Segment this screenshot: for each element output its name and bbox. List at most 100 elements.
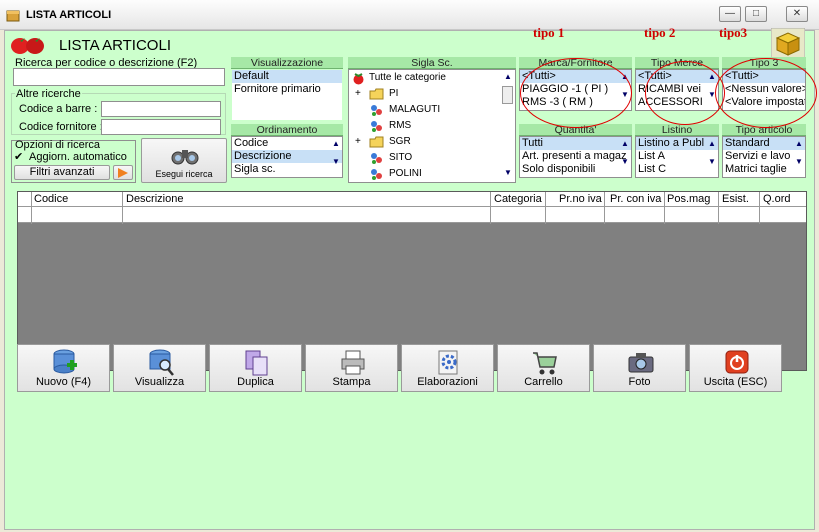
column-header-categoria[interactable]: Categoria [494,193,542,205]
annotation-tipo3: tipo3 [719,25,748,40]
tree-item[interactable]: + SGR [349,134,515,150]
list-item[interactable]: Solo disponibili [520,163,631,176]
maximize-button[interactable]: □ [745,6,767,22]
list-item[interactable]: Codice [232,137,342,150]
close-button[interactable]: ✕ [786,6,808,22]
advanced-filters-button[interactable]: Filtri avanzati [14,165,110,180]
scroll-down-icon[interactable]: ▼ [502,168,514,178]
grid-header: Codice Descrizione Categoria Pr.no iva P… [18,192,806,207]
annotation-tipo2: tipo 2 [644,25,676,40]
box-icon[interactable] [771,28,805,58]
column-header-q-ord[interactable]: Q.ord [763,193,791,205]
ordinamento-list[interactable]: Codice Descrizione Sigla sc. ▲ ▼ [231,136,343,178]
category-icon [371,105,382,116]
tree-item[interactable]: SITO [349,150,515,166]
column-header-pr-con-iva[interactable]: Pr. con iva [610,193,661,205]
expand-icon[interactable]: + [355,134,361,150]
arrow-icon [118,168,128,178]
window-title: LISTA ARTICOLI [26,9,112,21]
scroll-down-icon[interactable]: ▼ [794,157,804,167]
listino-panel: Listino Listino a Publ List A List C ▲ ▼ [635,124,719,180]
annotation-ellipse-2 [645,61,725,125]
tree-item[interactable]: MALAGUTI [349,102,515,118]
exit-button-label: Uscita (ESC) [703,376,768,388]
expand-icon[interactable]: + [355,86,361,102]
main-search-input[interactable] [13,68,225,86]
minimize-button[interactable]: — [719,6,741,22]
new-button-label: Nuovo (F4) [35,376,92,388]
list-item[interactable]: Default [232,70,342,83]
duplicate-button-label: Duplica [237,376,274,388]
visualizzazione-list[interactable]: Default Fornitore primario [231,69,343,121]
ordinamento-panel: Ordinamento Codice Descrizione Sigla sc.… [231,124,343,180]
tipo-articolo-panel: Tipo articolo Standard Servizi e lavo Ma… [722,124,806,180]
column-header-descrizione[interactable]: Descrizione [126,193,183,205]
list-item[interactable]: Listino a Publ [636,137,718,150]
supplier-code-input[interactable] [101,119,221,135]
visualizzazione-header: Visualizzazione [231,57,343,69]
duplicate-button[interactable]: Duplica [209,344,302,392]
category-icon [371,121,382,132]
column-header-pos-mag[interactable]: Pos.mag [667,193,710,205]
scroll-up-icon[interactable]: ▲ [502,72,514,82]
binoculars-icon [171,150,199,165]
list-item[interactable]: List C [636,163,718,176]
category-tree[interactable]: Tutte le categorie + PI MALAGUTI RMS + S… [348,69,516,183]
strawberry-logo-icon [11,38,44,54]
list-item[interactable]: Fornitore primario [232,83,342,96]
tree-item-label: POLINI [389,168,422,179]
new-button[interactable]: Nuovo (F4) [17,344,110,392]
processing-button-label: Elaborazioni [417,376,478,388]
tree-root-label: Tutte le categorie [369,72,446,83]
print-button-label: Stampa [332,376,371,388]
list-item[interactable]: Tutti [520,137,631,150]
tree-item-label: MALAGUTI [389,104,441,115]
exit-button[interactable]: Uscita (ESC) [689,344,782,392]
scroll-up-icon[interactable]: ▲ [707,139,717,149]
scroll-up-icon[interactable]: ▲ [331,139,341,149]
tipo-articolo-list[interactable]: Standard Servizi e lavo Matrici taglie ▲… [722,136,806,178]
filter-arrow-button[interactable] [113,165,133,180]
tree-item[interactable]: RMS [349,118,515,134]
scroll-up-icon[interactable]: ▲ [794,139,804,149]
scroll-down-icon[interactable]: ▼ [707,157,717,167]
listino-list[interactable]: Listino a Publ List A List C ▲ ▼ [635,136,719,178]
annotation-tipo1: tipo 1 [533,25,565,40]
list-item[interactable]: Art. presenti a magaz [520,150,631,163]
table-row[interactable] [18,207,806,223]
toolbar: Nuovo (F4) Visualizza Duplica Stampa Ela… [17,344,782,394]
column-header-codice[interactable]: Codice [34,193,68,205]
other-search-label: Altre ricerche [15,88,82,100]
tree-item[interactable]: POLINI [349,166,515,182]
view-button[interactable]: Visualizza [113,344,206,392]
tree-root[interactable]: Tutte le categorie [349,70,515,86]
column-header-esist[interactable]: Esist. [722,193,749,205]
quantita-list[interactable]: Tutti Art. presenti a magaz Solo disponi… [519,136,632,178]
scroll-thumb[interactable] [502,86,513,104]
strawberry-icon [353,73,364,85]
printer-icon [341,350,365,375]
list-item[interactable]: Standard [723,137,805,150]
list-item[interactable]: List A [636,150,718,163]
run-search-button[interactable]: Esegui ricerca [141,138,227,183]
print-button[interactable]: Stampa [305,344,398,392]
barcode-input[interactable] [101,101,221,117]
sigla-header: Sigla Sc. [348,57,516,69]
power-icon [725,350,749,374]
list-item[interactable]: Matrici taglie [723,163,805,176]
sigla-panel: Sigla Sc. Tutte le categorie + PI MALAGU… [348,57,516,185]
folder-icon [369,88,384,100]
list-item[interactable]: Sigla sc. [232,163,342,176]
list-item[interactable]: Descrizione [232,150,342,163]
cart-button[interactable]: Carrello [497,344,590,392]
scroll-up-icon[interactable]: ▲ [620,139,630,149]
tree-scrollbar[interactable]: ▲ ▼ [502,72,514,182]
scroll-down-icon[interactable]: ▼ [620,157,630,167]
list-item[interactable]: Servizi e lavo [723,150,805,163]
processing-button[interactable]: Elaborazioni [401,344,494,392]
auto-update-checkbox[interactable]: ✔ [14,150,23,163]
tree-item[interactable]: + PI [349,86,515,102]
photo-button[interactable]: Foto [593,344,686,392]
scroll-down-icon[interactable]: ▼ [331,157,341,167]
column-header-pr-no-iva[interactable]: Pr.no iva [559,193,602,205]
